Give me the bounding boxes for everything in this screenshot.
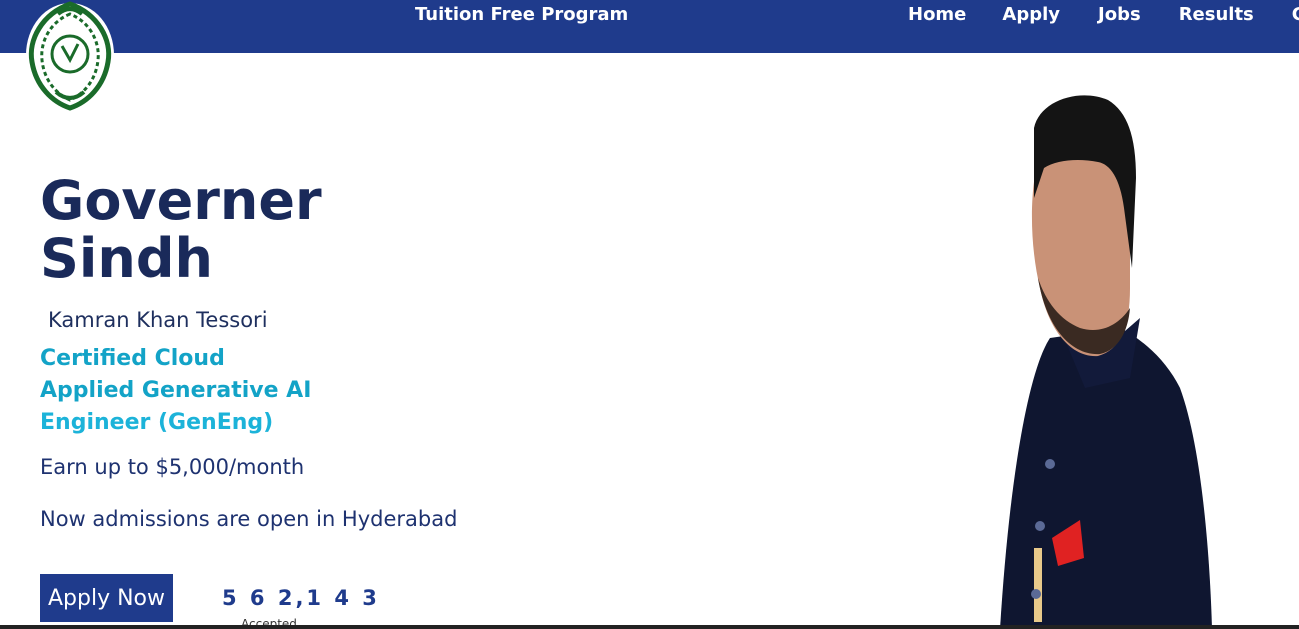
cert-line-2: Applied Generative AI (40, 378, 312, 403)
apply-now-button[interactable]: Apply Now (40, 574, 173, 622)
nav-program-title[interactable]: Tuition Free Program (415, 4, 628, 25)
governor-name: Kamran Khan Tessori (48, 308, 268, 332)
nav-link-jobs[interactable]: Jobs (1098, 4, 1141, 25)
governor-emblem-logo[interactable] (22, 0, 118, 112)
admission-text: Now admissions are open in Hyderabad (40, 507, 458, 531)
applicants-counter: 5 6 2,1 4 3 (222, 586, 380, 610)
nav-link-home[interactable]: Home (908, 4, 966, 25)
hero-title: Governer Sindh (40, 172, 370, 288)
top-navbar: Tuition Free Program Home Apply Jobs Res… (0, 0, 1299, 53)
nav-link-results[interactable]: Results (1179, 4, 1254, 25)
nav-link-apply[interactable]: Apply (1002, 4, 1060, 25)
governor-portrait (990, 88, 1220, 629)
portrait-image-icon (1000, 95, 1212, 629)
emblem-icon (26, 1, 114, 111)
hero-title-line1: Governer (40, 169, 322, 232)
cert-line-3: Engineer (GenEng) (40, 410, 274, 435)
nav-link-contact[interactable]: Co (1292, 4, 1299, 25)
nav-links: Home Apply Jobs Results Co (908, 4, 1299, 25)
bottom-divider (0, 625, 1299, 629)
cert-line-1: Certified Cloud (40, 346, 225, 371)
hero-title-line2: Sindh (40, 227, 213, 290)
earning-text: Earn up to $5,000/month (40, 455, 305, 479)
page: Tuition Free Program Home Apply Jobs Res… (0, 0, 1299, 629)
